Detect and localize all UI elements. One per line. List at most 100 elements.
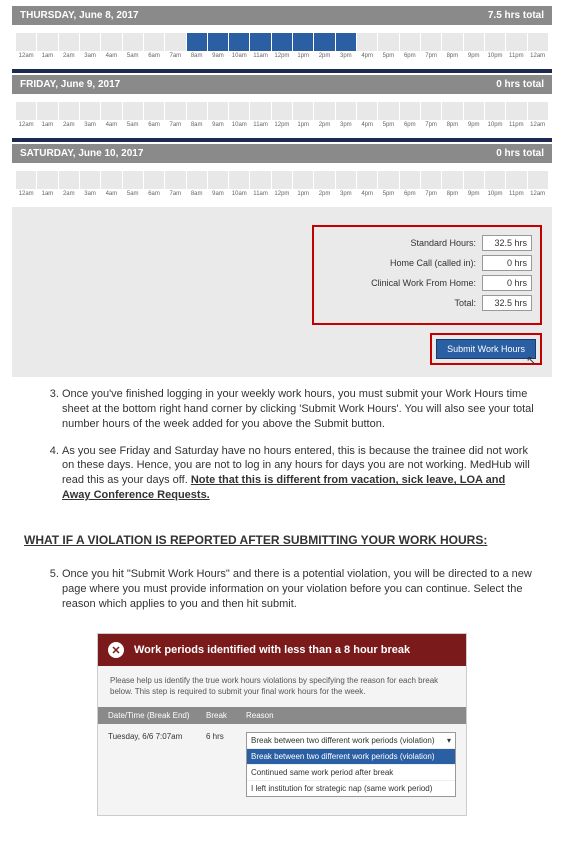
timeline-row[interactable] (16, 171, 548, 189)
hour-block[interactable] (485, 171, 505, 189)
hour-label: 5pm (378, 191, 398, 197)
hour-block[interactable] (187, 33, 207, 51)
hour-block[interactable] (123, 102, 143, 120)
hour-block[interactable] (16, 171, 36, 189)
hour-block[interactable] (144, 102, 164, 120)
timeline[interactable]: 12am1am2am3am4am5am6am7am8am9am10am11am1… (12, 94, 552, 132)
hour-block[interactable] (272, 171, 292, 189)
instructions: Once you've finished logging in your wee… (12, 377, 552, 525)
hour-block[interactable] (165, 33, 185, 51)
hour-block[interactable] (101, 171, 121, 189)
hour-block[interactable] (144, 33, 164, 51)
hour-block[interactable] (336, 171, 356, 189)
hour-block[interactable] (293, 33, 313, 51)
hour-block[interactable] (442, 102, 462, 120)
hour-block[interactable] (336, 102, 356, 120)
hour-block[interactable] (250, 171, 270, 189)
hour-block[interactable] (272, 102, 292, 120)
hour-block[interactable] (421, 33, 441, 51)
hour-block[interactable] (400, 102, 420, 120)
row-break: 6 hrs (206, 732, 238, 741)
hour-label: 10am (229, 53, 249, 59)
hour-label: 11am (250, 191, 270, 197)
hour-block[interactable] (400, 33, 420, 51)
summary-value: 0 hrs (482, 275, 532, 291)
hour-block[interactable] (485, 33, 505, 51)
hour-block[interactable] (400, 171, 420, 189)
hour-block[interactable] (187, 102, 207, 120)
instruction-5: Once you hit "Submit Work Hours" and the… (62, 567, 534, 612)
hour-block[interactable] (528, 33, 548, 51)
dropdown-option[interactable]: Continued same work period after break (247, 764, 455, 780)
hour-block[interactable] (357, 33, 377, 51)
hour-block[interactable] (59, 171, 79, 189)
hour-block[interactable] (80, 171, 100, 189)
hour-block[interactable] (378, 33, 398, 51)
hour-block[interactable] (37, 171, 57, 189)
hour-block[interactable] (59, 33, 79, 51)
dropdown-selected[interactable]: Break between two different work periods… (247, 733, 455, 748)
hour-block[interactable] (187, 171, 207, 189)
hour-block[interactable] (314, 171, 334, 189)
timeline-row[interactable] (16, 102, 548, 120)
hour-block[interactable] (528, 102, 548, 120)
hour-block[interactable] (16, 33, 36, 51)
day-total: 7.5 hrs total (488, 10, 544, 21)
hour-block[interactable] (506, 102, 526, 120)
timeline-row[interactable] (16, 33, 548, 51)
hour-block[interactable] (464, 33, 484, 51)
hour-block[interactable] (485, 102, 505, 120)
hour-block[interactable] (378, 171, 398, 189)
timeline[interactable]: 12am1am2am3am4am5am6am7am8am9am10am11am1… (12, 163, 552, 201)
hour-block[interactable] (250, 33, 270, 51)
hour-block[interactable] (123, 171, 143, 189)
hour-block[interactable] (421, 171, 441, 189)
hour-block[interactable] (464, 171, 484, 189)
hour-block[interactable] (464, 102, 484, 120)
hour-block[interactable] (293, 171, 313, 189)
hour-block[interactable] (336, 33, 356, 51)
hour-label: 11pm (506, 53, 526, 59)
hour-block[interactable] (293, 102, 313, 120)
hour-block[interactable] (59, 102, 79, 120)
hour-block[interactable] (357, 102, 377, 120)
hour-block[interactable] (101, 102, 121, 120)
hour-block[interactable] (314, 33, 334, 51)
hour-block[interactable] (123, 33, 143, 51)
reason-dropdown[interactable]: Break between two different work periods… (246, 732, 456, 797)
hour-block[interactable] (357, 171, 377, 189)
hour-block[interactable] (250, 102, 270, 120)
hour-block[interactable] (37, 102, 57, 120)
close-icon[interactable]: ✕ (108, 642, 124, 658)
hour-block[interactable] (421, 102, 441, 120)
hour-block[interactable] (80, 33, 100, 51)
hour-block[interactable] (229, 171, 249, 189)
hour-block[interactable] (506, 171, 526, 189)
hour-block[interactable] (506, 33, 526, 51)
hour-block[interactable] (80, 102, 100, 120)
hour-label: 7am (165, 53, 185, 59)
timeline[interactable]: 12am1am2am3am4am5am6am7am8am9am10am11am1… (12, 25, 552, 63)
hour-block[interactable] (165, 171, 185, 189)
dropdown-option[interactable]: I left institution for strategic nap (sa… (247, 780, 455, 796)
hour-block[interactable] (16, 102, 36, 120)
hour-block[interactable] (208, 171, 228, 189)
hour-block[interactable] (314, 102, 334, 120)
submit-work-hours-button[interactable]: Submit Work Hours (436, 339, 536, 359)
hour-block[interactable] (37, 33, 57, 51)
hour-block[interactable] (144, 171, 164, 189)
instruction-4: As you see Friday and Saturday have no h… (62, 444, 534, 503)
hour-block[interactable] (442, 33, 462, 51)
hour-block[interactable] (229, 33, 249, 51)
hour-block[interactable] (208, 33, 228, 51)
dropdown-option[interactable]: Break between two different work periods… (247, 748, 455, 764)
hour-block[interactable] (272, 33, 292, 51)
hour-block[interactable] (101, 33, 121, 51)
hour-label: 12am (16, 191, 36, 197)
hour-block[interactable] (165, 102, 185, 120)
hour-block[interactable] (208, 102, 228, 120)
hour-block[interactable] (442, 171, 462, 189)
hour-block[interactable] (229, 102, 249, 120)
hour-block[interactable] (528, 171, 548, 189)
hour-block[interactable] (378, 102, 398, 120)
